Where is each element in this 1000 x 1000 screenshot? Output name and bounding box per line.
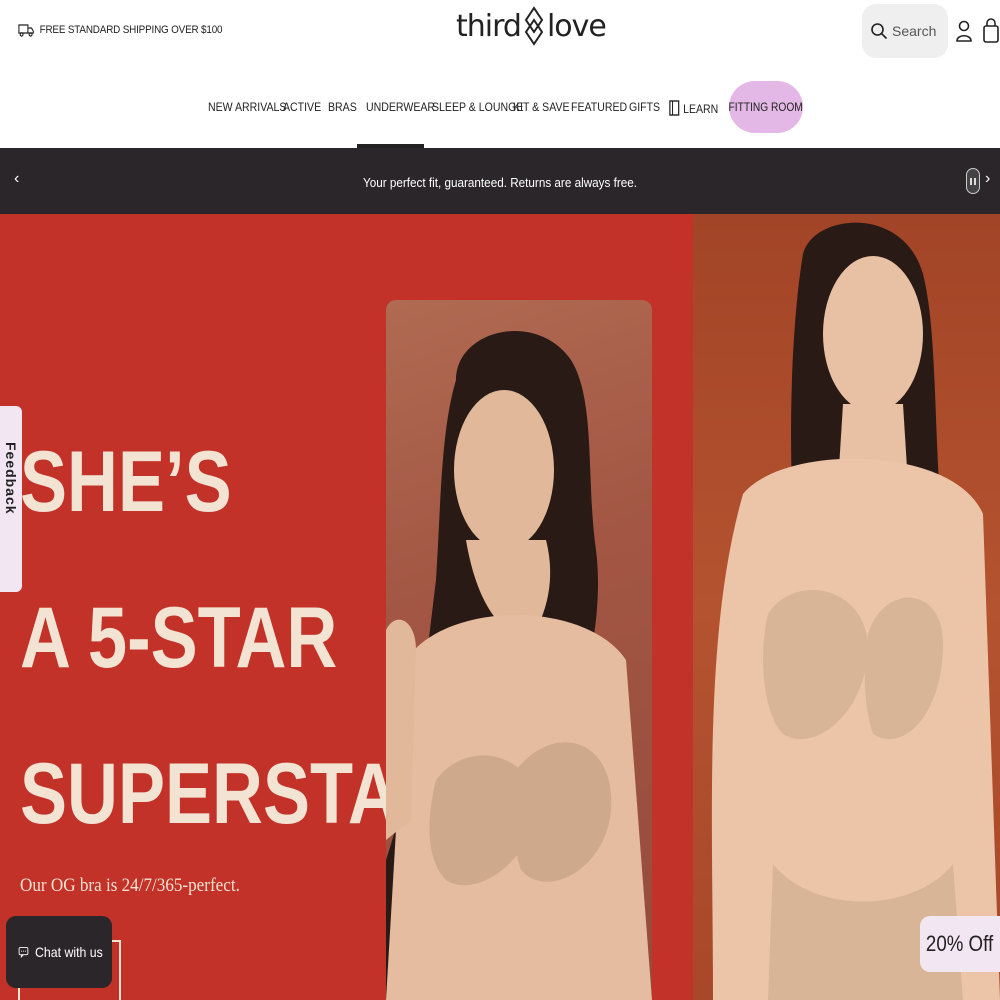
nav-new-arrivals[interactable]: NEW ARRIVALS xyxy=(208,100,286,114)
fitting-room-button[interactable]: FITTING ROOM xyxy=(729,81,803,133)
discount-label: 20% Off xyxy=(926,931,994,956)
nav-underwear[interactable]: UNDERWEAR xyxy=(366,100,435,114)
prev-arrow-icon[interactable]: ‹ xyxy=(14,170,19,188)
brand-logo[interactable]: third love xyxy=(456,6,607,46)
search-icon xyxy=(871,23,888,40)
pause-icon[interactable] xyxy=(966,168,980,194)
logo-word-third: third xyxy=(456,8,522,44)
next-arrow-icon[interactable]: › xyxy=(985,170,990,188)
nav-featured[interactable]: FEATURED xyxy=(571,100,627,114)
logo-mark-icon xyxy=(524,6,544,46)
model-photo-left xyxy=(386,300,652,1000)
model-figure-right xyxy=(711,222,1000,1000)
nav-bras[interactable]: BRAS xyxy=(328,100,357,114)
chat-icon xyxy=(18,947,29,958)
chat-label: Chat with us xyxy=(34,944,103,960)
announcement-bar: ‹ Your perfect fit, guaranteed. Returns … xyxy=(0,148,1000,214)
nav-learn[interactable]: LEARN xyxy=(669,100,718,116)
announcement-message: Your perfect fit, guaranteed. Returns ar… xyxy=(362,175,638,190)
discount-tab[interactable]: 20% Off xyxy=(920,916,1000,972)
logo-word-love: love xyxy=(546,8,607,44)
account-icon[interactable] xyxy=(954,16,974,46)
hero-subtext: Our OG bra is 24/7/365-perfect. xyxy=(20,875,240,896)
nav-sleep-lounge[interactable]: SLEEP & LOUNGE xyxy=(432,100,523,114)
chat-button[interactable]: Chat with us xyxy=(6,916,112,988)
nav-active[interactable]: ACTIVE xyxy=(283,100,321,114)
shipping-banner: FREE STANDARD SHIPPING OVER $100 xyxy=(18,22,223,38)
nav-gifts[interactable]: GIFTS xyxy=(629,100,660,114)
model-photo-right xyxy=(693,214,1000,1000)
feedback-label: Feedback xyxy=(3,442,19,515)
fitting-room-label: FITTING ROOM xyxy=(728,100,804,114)
feedback-tab[interactable]: Feedback xyxy=(0,406,22,592)
site-header: FREE STANDARD SHIPPING OVER $100 third l… xyxy=(0,0,1000,148)
hero-panel: SHE’S A 5-STAR SUPERSTAR Our OG bra is 2… xyxy=(0,214,693,1000)
search-box[interactable] xyxy=(862,4,948,58)
search-input[interactable] xyxy=(892,23,948,39)
truck-icon xyxy=(18,24,34,37)
main-nav: NEW ARRIVALS ACTIVE BRAS UNDERWEAR SLEEP… xyxy=(0,80,1000,148)
shipping-text: FREE STANDARD SHIPPING OVER $100 xyxy=(39,24,223,36)
nav-learn-label: LEARN xyxy=(683,102,719,116)
hero-banner: SHE’S A 5-STAR SUPERSTAR Our OG bra is 2… xyxy=(0,214,1000,1000)
book-icon xyxy=(669,100,680,116)
nav-kit-save[interactable]: KIT & SAVE xyxy=(513,100,570,114)
bag-icon[interactable] xyxy=(982,16,1000,46)
model-figure-left xyxy=(386,331,652,1000)
